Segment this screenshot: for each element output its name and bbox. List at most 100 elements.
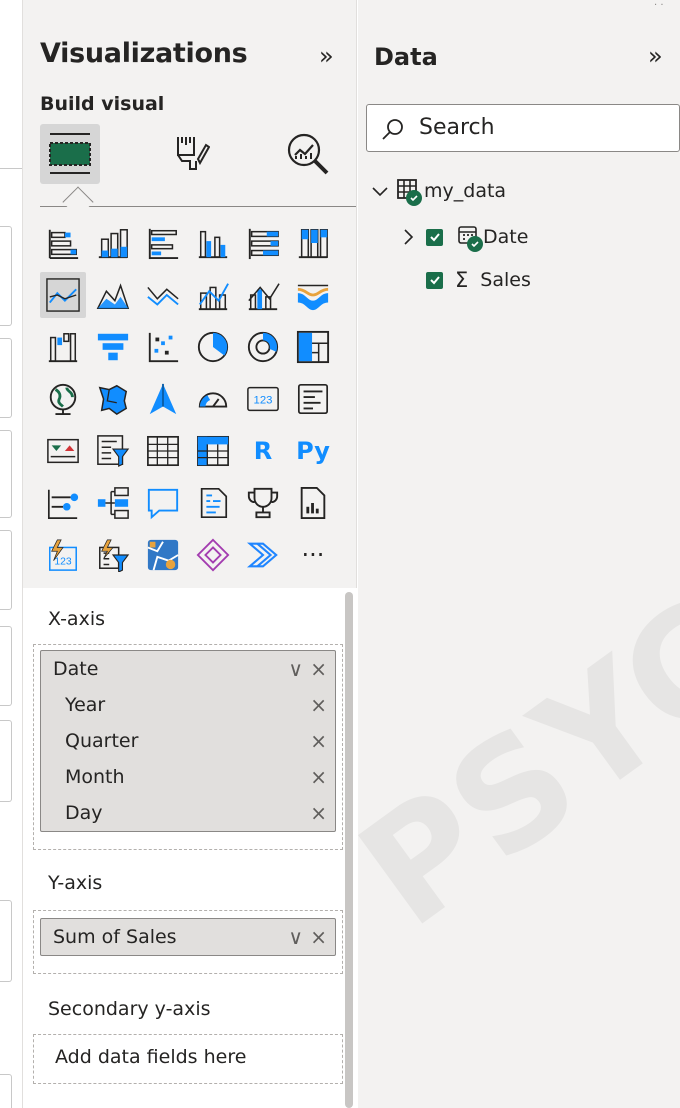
visual-type-kpi[interactable] (40, 428, 86, 474)
remove-icon[interactable]: × (310, 687, 327, 723)
visual-type-power-automate[interactable]: 123 (40, 532, 86, 578)
visual-type-metrics[interactable] (240, 480, 286, 526)
table-my-data[interactable]: my_data (370, 178, 507, 206)
visual-type-area-chart[interactable] (90, 272, 136, 318)
analytics-tab[interactable] (278, 124, 338, 184)
visual-type-line-and-stacked-column-chart[interactable] (190, 272, 236, 318)
analytics-icon (287, 133, 329, 175)
visual-type-clustered-column-chart[interactable] (190, 220, 236, 266)
visualizations-title: Visualizations (40, 38, 248, 69)
line-and-clustered-column-chart-icon (248, 283, 280, 311)
visual-type-waterfall-chart[interactable] (40, 324, 86, 370)
remove-icon[interactable]: × (310, 919, 327, 955)
power-apps-diamond-icon (196, 538, 230, 572)
remove-icon[interactable]: × (310, 651, 327, 687)
visual-type-filled-map[interactable] (90, 376, 136, 422)
visual-type-gauge[interactable] (190, 376, 236, 422)
visual-type-donut-chart[interactable] (240, 324, 286, 370)
visual-type-map[interactable] (40, 376, 86, 422)
visual-type-line-and-clustered-column-chart[interactable] (240, 272, 286, 318)
visual-type-gallery: 123 R Py 123 ··· (40, 220, 340, 584)
visual-type-card[interactable]: 123 (240, 376, 286, 422)
visual-type-pie-chart[interactable] (190, 324, 236, 370)
visual-type-paginated-report[interactable] (290, 480, 336, 526)
q-and-a-icon (147, 488, 179, 520)
stacked-column-chart-icon (98, 229, 128, 259)
date-checkbox[interactable] (426, 228, 443, 246)
format-visual-tab[interactable] (159, 124, 219, 184)
x-axis-field-date[interactable]: Date ∨ × Year × Quarter × Month × Day × (40, 650, 336, 832)
remove-icon[interactable]: × (310, 795, 327, 831)
ribbon-chart-icon (297, 284, 329, 311)
visualizations-pane: Visualizations » Build visual 123 R Py 1… (22, 0, 358, 1108)
visual-type-q-and-a[interactable] (140, 480, 186, 526)
field-date[interactable]: Date (400, 224, 528, 252)
visual-type-clustered-bar-chart[interactable] (140, 220, 186, 266)
visual-type-arcgis-map[interactable] (140, 532, 186, 578)
visual-type-slicer[interactable] (90, 428, 136, 474)
search-icon (382, 119, 403, 140)
visual-type-smart-narrative[interactable] (190, 480, 236, 526)
collapse-visualizations-icon[interactable]: » (319, 44, 334, 68)
wells-scrollbar[interactable] (345, 592, 353, 1108)
table-name: my_data (424, 180, 507, 202)
build-visual-tab[interactable] (40, 124, 100, 184)
hierarchy-level-quarter[interactable]: Quarter × (41, 723, 335, 759)
chevron-down-icon[interactable] (370, 181, 390, 201)
visual-type-stacked-area-chart[interactable] (140, 272, 186, 318)
hierarchy-level-month[interactable]: Month × (41, 759, 335, 795)
remove-icon[interactable]: × (310, 723, 327, 759)
funnel-chart-icon (97, 333, 129, 361)
hierarchy-level-year[interactable]: Year × (41, 687, 335, 723)
python-icon: Py (296, 437, 330, 465)
chevron-down-icon[interactable]: ∨ (288, 651, 303, 687)
visual-type-100-percent-stacked-bar-chart[interactable] (240, 220, 286, 266)
field-sales[interactable]: Σ Sales (426, 268, 531, 292)
more-options-icon: ··· (301, 541, 325, 569)
check-badge-icon (467, 236, 483, 252)
visual-type-stacked-column-chart[interactable] (90, 220, 136, 266)
build-visual-icon (49, 133, 91, 174)
x-axis-label: X-axis (48, 608, 105, 630)
visual-type-stacked-bar-chart[interactable] (40, 220, 86, 266)
report-canvas-edge (0, 0, 22, 1108)
visual-type-100-percent-stacked-column-chart[interactable] (290, 220, 336, 266)
visual-type-decomposition-tree[interactable] (90, 480, 136, 526)
visual-type-line-chart[interactable] (40, 272, 86, 318)
treemap-icon (296, 330, 330, 364)
visual-type-multi-row-card[interactable] (290, 376, 336, 422)
visual-type-azure-map[interactable] (140, 376, 186, 422)
visual-type-key-influencers[interactable] (40, 480, 86, 526)
map-icon (49, 383, 77, 416)
visual-type-ribbon-chart[interactable] (290, 272, 336, 318)
visual-type-power-apps-diamond[interactable] (190, 532, 236, 578)
visual-type-matrix[interactable] (190, 428, 236, 474)
chevron-down-icon[interactable]: ∨ (288, 919, 303, 955)
visual-type-r-script-visual[interactable]: R (240, 428, 286, 474)
y-axis-field-sum-of-sales[interactable]: Sum of Sales ∨ × (40, 918, 336, 956)
100-percent-stacked-column-chart-icon (298, 229, 328, 259)
visual-type-power-automate-chevron[interactable] (240, 532, 286, 578)
sales-checkbox[interactable] (426, 271, 443, 289)
visual-type-more-visuals[interactable]: ··· (290, 532, 336, 578)
card-icon: 123 (247, 386, 279, 412)
visual-type-scatter-chart[interactable] (140, 324, 186, 370)
search-input[interactable]: Search (366, 104, 680, 152)
visual-type-table[interactable] (140, 428, 186, 474)
visual-type-python-visual[interactable]: Py (290, 428, 336, 474)
area-chart-icon (96, 283, 130, 309)
hierarchy-level-label: Day (65, 802, 103, 824)
visual-type-power-apps[interactable] (90, 532, 136, 578)
clustered-column-chart-icon (198, 230, 228, 259)
clustered-bar-chart-icon (148, 228, 179, 260)
waterfall-chart-icon (48, 333, 78, 363)
power-bi-panes: { "visualizations": { "title": "Visualiz… (0, 0, 680, 1108)
hierarchy-level-day[interactable]: Day × (41, 795, 335, 831)
collapse-data-icon[interactable]: » (648, 44, 663, 68)
sigma-icon: Σ (455, 268, 469, 292)
visual-type-treemap[interactable] (290, 324, 336, 370)
chevron-right-icon[interactable] (400, 227, 416, 247)
remove-icon[interactable]: × (310, 759, 327, 795)
visual-type-funnel-chart[interactable] (90, 324, 136, 370)
hierarchy-level-label: Month (65, 766, 125, 788)
